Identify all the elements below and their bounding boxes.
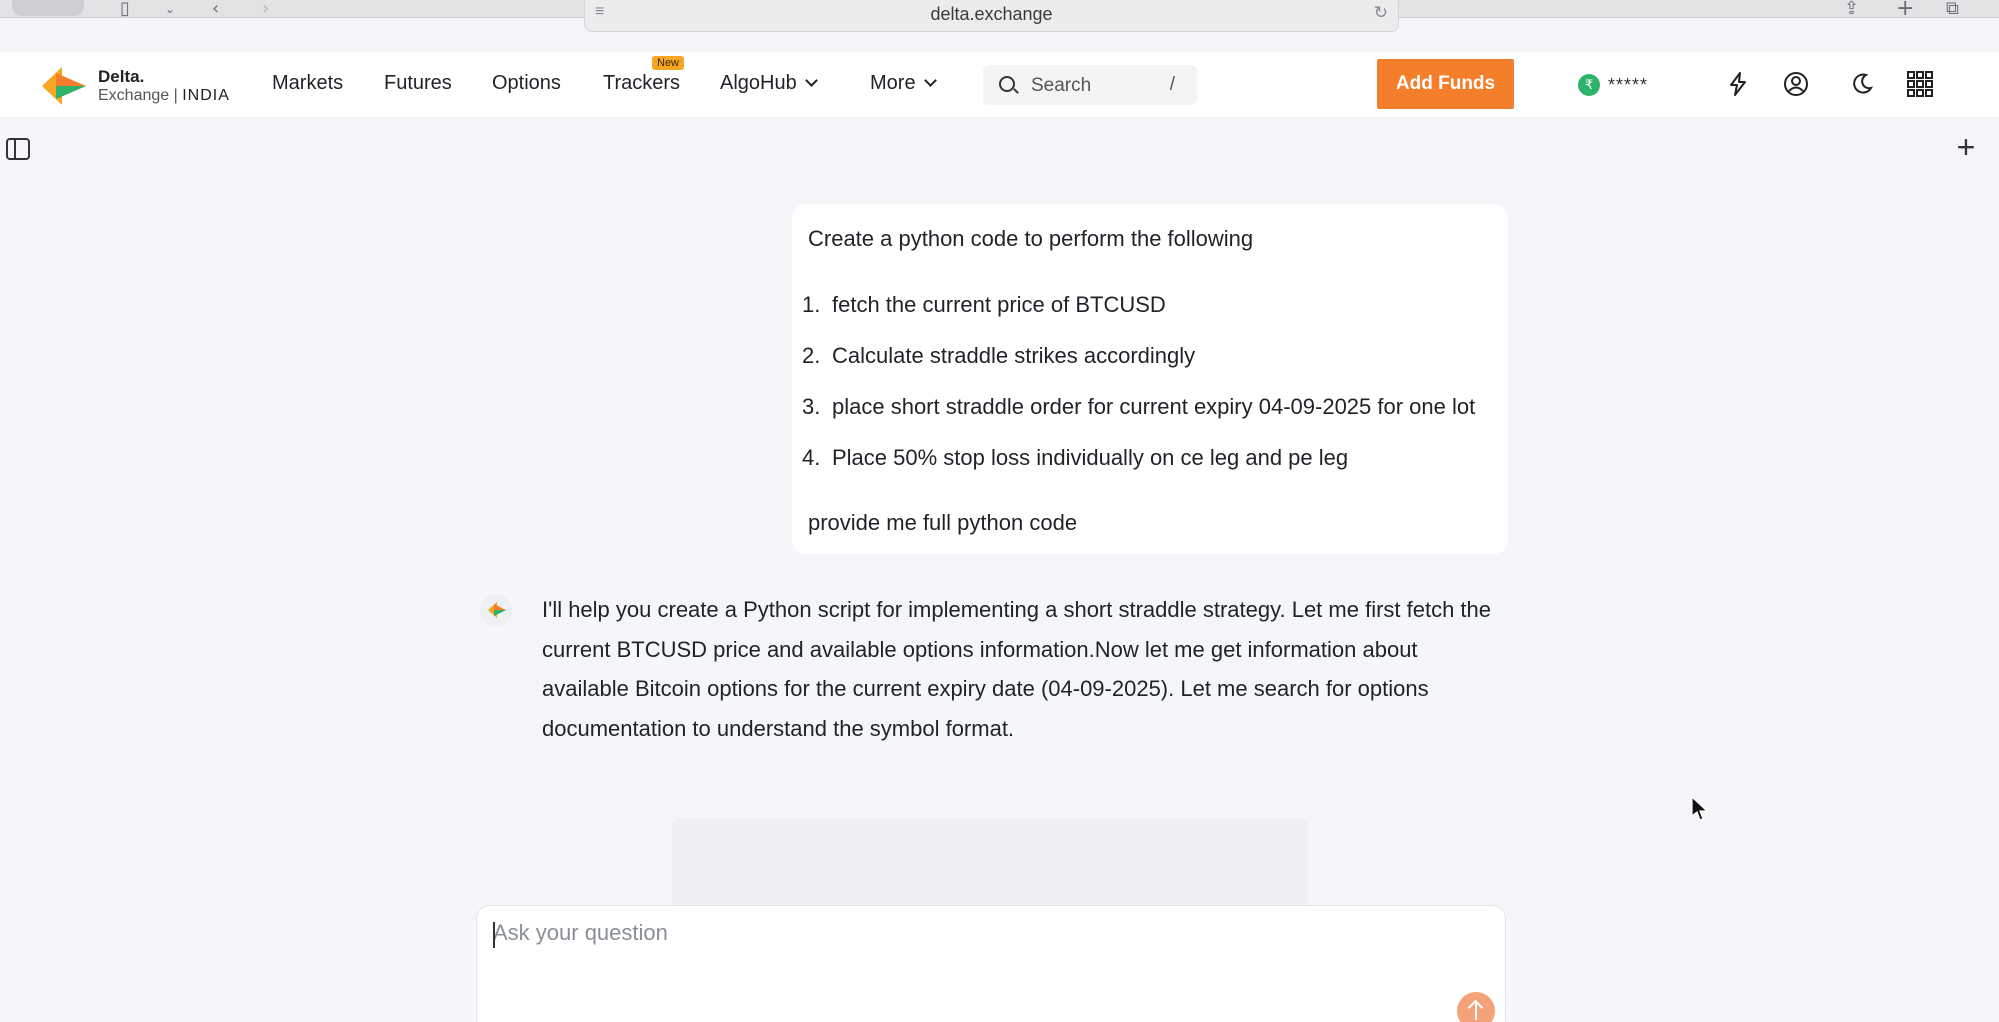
forward-icon[interactable]: ›	[262, 0, 269, 18]
tab-overview-button[interactable]	[12, 0, 84, 16]
account-icon[interactable]	[1780, 68, 1812, 100]
delta-logo-icon	[42, 67, 86, 105]
assistant-avatar	[480, 594, 512, 626]
nav-algohub[interactable]: AlgoHub	[720, 72, 818, 95]
delta-logo-icon	[488, 602, 506, 618]
browser-toolbar: ▯ ⌄ ‹ › ≡ delta.exchange ↻ ⇪ + ⧉	[0, 0, 1999, 32]
balance-masked: *****	[1608, 75, 1649, 95]
mouse-cursor-icon	[1691, 796, 1709, 821]
question-input[interactable]	[493, 920, 1473, 946]
delta-exchange-logo[interactable]: Delta. Exchange | INDIA	[42, 64, 242, 108]
user-message-intro: Create a python code to perform the foll…	[808, 226, 1254, 251]
user-message-bubble: Create a python code to perform the foll…	[792, 204, 1508, 554]
back-icon[interactable]: ‹	[212, 0, 219, 18]
new-tab-icon[interactable]: +	[1896, 0, 1914, 20]
chat-composer[interactable]	[476, 905, 1506, 1022]
list-item: 2. Calculate straddle strikes accordingly	[802, 343, 1196, 368]
reload-icon[interactable]: ↻	[1374, 3, 1388, 23]
send-button[interactable]	[1457, 992, 1495, 1022]
sidebar-toggle-icon[interactable]	[6, 138, 30, 160]
lightning-icon[interactable]	[1722, 68, 1754, 100]
search-icon	[999, 76, 1015, 92]
address-bar[interactable]: ≡ delta.exchange ↻	[584, 0, 1399, 32]
search-shortcut: /	[1169, 74, 1175, 95]
new-chat-plus-icon[interactable]: +	[1948, 130, 1984, 166]
list-item: 4. Place 50% stop loss individually on ce…	[802, 445, 1349, 470]
list-item: 3. place short straddle order for current…	[802, 394, 1476, 419]
nav-futures[interactable]: Futures	[384, 72, 452, 95]
sidebar-icon[interactable]: ▯	[120, 0, 130, 18]
user-message-steps: 1. fetch the current price of BTCUSD 2. Ca…	[802, 292, 1475, 496]
faded-overlay	[672, 818, 1308, 910]
rupee-icon: ₹	[1578, 74, 1600, 96]
search-placeholder: Search	[1031, 75, 1092, 96]
text-caret	[493, 922, 495, 948]
url-text: delta.exchange	[930, 4, 1053, 24]
nav-markets[interactable]: Markets	[272, 72, 343, 95]
logo-text-secondary: Exchange | INDIA	[98, 87, 230, 104]
nav-options[interactable]: Options	[492, 72, 561, 95]
new-badge: New	[652, 56, 685, 70]
user-message-outro: provide me full python code	[808, 510, 1078, 535]
assistant-message: I'll help you create a Python script for…	[542, 597, 1492, 741]
tabs-icon[interactable]: ⧉	[1946, 0, 1959, 18]
chevron-down-icon	[923, 74, 937, 87]
nav-trackers[interactable]: Trackers	[603, 72, 680, 95]
share-icon[interactable]: ⇪	[1844, 0, 1859, 18]
add-funds-button[interactable]: Add Funds	[1377, 59, 1514, 109]
search-box[interactable]: Search /	[983, 65, 1197, 105]
list-item: 1. fetch the current price of BTCUSD	[802, 292, 1166, 317]
logo-text-primary: Delta.	[98, 67, 145, 86]
moon-icon[interactable]	[1846, 68, 1878, 100]
nav-more[interactable]: More	[870, 72, 937, 95]
top-navigation: Delta. Exchange | INDIA Markets Futures …	[0, 52, 1999, 118]
chevron-down-icon[interactable]: ⌄	[165, 0, 175, 18]
chevron-down-icon	[804, 74, 818, 87]
apps-grid-icon[interactable]	[1904, 68, 1936, 100]
